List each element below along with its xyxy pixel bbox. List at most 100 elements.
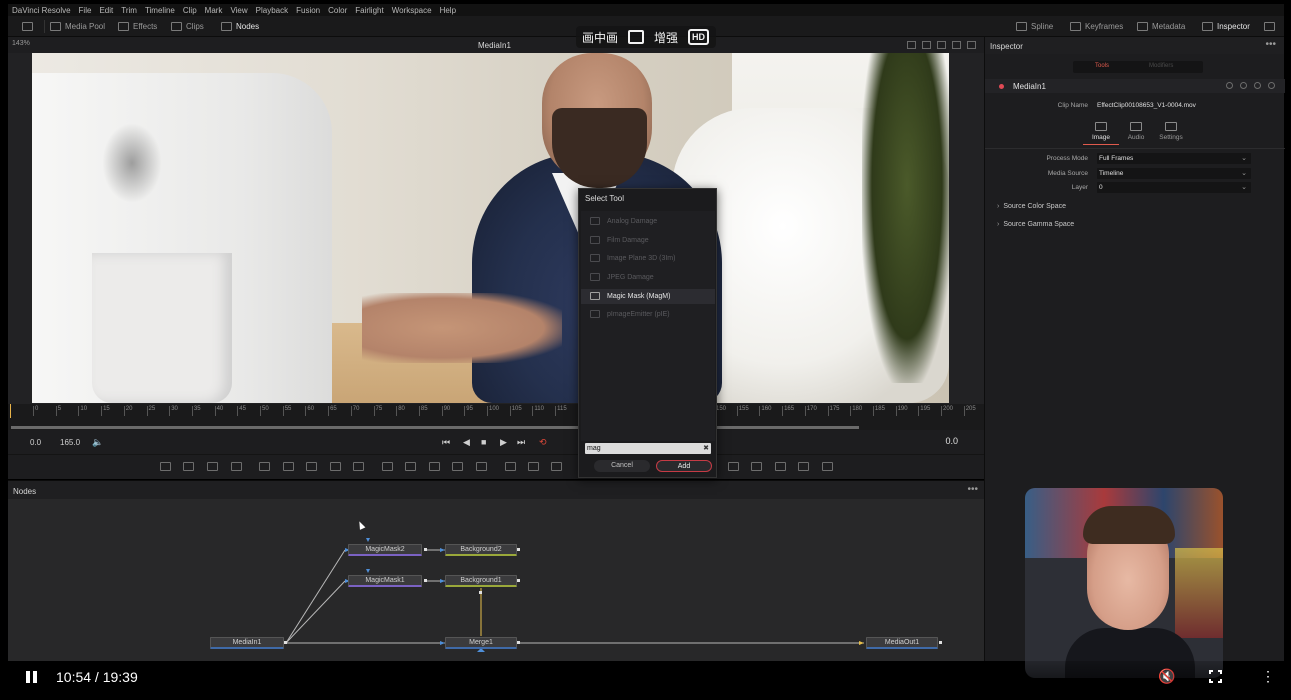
polygon-tool-icon[interactable] <box>259 462 270 471</box>
lut-icon[interactable] <box>952 41 961 49</box>
nodes-more-icon[interactable]: ••• <box>967 484 978 495</box>
fullscreen-icon[interactable] <box>1209 670 1222 683</box>
pause-icon[interactable] <box>26 671 38 683</box>
menu-help[interactable]: Help <box>440 6 456 15</box>
render-start[interactable]: 0.0 <box>30 438 41 447</box>
channel-booleans-icon[interactable] <box>405 462 416 471</box>
section-source-gamma-space[interactable]: › Source Gamma Space <box>997 221 1074 228</box>
menu-playback[interactable]: Playback <box>256 6 288 15</box>
particle-tool-icon[interactable] <box>822 462 833 471</box>
tool-item-pimage-emitter[interactable]: pImageEmitter (pIE) <box>581 307 715 322</box>
inspector-more-icon[interactable]: ••• <box>1265 39 1276 50</box>
muted-volume-icon[interactable]: 🔇 <box>1158 668 1175 685</box>
menu-app[interactable]: DaVinci Resolve <box>12 6 71 15</box>
menu-fairlight[interactable]: Fairlight <box>355 6 383 15</box>
enhance-button[interactable]: 增强 <box>654 29 678 46</box>
menu-fusion[interactable]: Fusion <box>296 6 320 15</box>
add-button[interactable]: Add <box>656 460 712 472</box>
loop-icon[interactable]: ⟲ <box>539 437 547 448</box>
process-mode-select[interactable]: Full Frames ⌄ <box>1097 153 1251 164</box>
pin-icon[interactable] <box>1254 82 1261 89</box>
tab-tools[interactable]: Tools <box>1095 63 1109 69</box>
menu-color[interactable]: Color <box>328 6 347 15</box>
paint-tool-icon[interactable] <box>183 462 194 471</box>
ellipse-mask-icon[interactable] <box>528 462 539 471</box>
menu-mark[interactable]: Mark <box>205 6 223 15</box>
nodes-button[interactable]: Nodes <box>221 20 259 33</box>
go-to-start-icon[interactable]: ⏮ <box>442 437 450 448</box>
layer-select[interactable]: 0 ⌄ <box>1097 182 1251 193</box>
hd-badge[interactable]: HD <box>688 29 710 45</box>
merge3d-tool-icon[interactable] <box>775 462 786 471</box>
polygon-mask-icon[interactable] <box>551 462 562 471</box>
node-editor[interactable]: MagicMask2 MagicMask1 Background2 Backgr… <box>8 499 984 661</box>
media-source-select[interactable]: Timeline ⌄ <box>1097 168 1251 179</box>
tool-item-magic-mask[interactable]: Magic Mask (MagM) <box>581 289 715 304</box>
tab-modifiers[interactable]: Modifiers <box>1149 63 1173 69</box>
text3d-tool-icon[interactable] <box>728 462 739 471</box>
lock-icon[interactable] <box>1240 82 1247 89</box>
toolbar-undo[interactable] <box>22 20 33 33</box>
picture-in-picture-button[interactable]: 画中画 <box>582 29 618 46</box>
menu-clip[interactable]: Clip <box>183 6 197 15</box>
audio-icon[interactable]: 🔈 <box>92 437 103 448</box>
current-time[interactable]: 0.0 <box>945 436 958 446</box>
color-corrector-icon[interactable] <box>330 462 341 471</box>
play-reverse-icon[interactable]: ◀ <box>463 437 470 448</box>
play-icon[interactable]: ▶ <box>500 437 507 448</box>
background-tool-icon[interactable] <box>160 462 171 471</box>
color-curves-icon[interactable] <box>353 462 364 471</box>
subtab-settings[interactable]: Settings <box>1151 122 1191 141</box>
reset-icon[interactable] <box>1268 82 1275 89</box>
menu-trim[interactable]: Trim <box>121 6 137 15</box>
version-icon[interactable] <box>1226 82 1233 89</box>
merge-tool-icon[interactable] <box>382 462 393 471</box>
viewer-zoom[interactable]: 143% <box>12 40 30 47</box>
resize-tool-icon[interactable] <box>476 462 487 471</box>
brush-tool-icon[interactable] <box>231 462 242 471</box>
scrub-bar[interactable] <box>8 418 984 430</box>
go-to-end-icon[interactable]: ⏭ <box>517 437 525 448</box>
roi-icon[interactable] <box>907 41 916 49</box>
text-tool-icon[interactable] <box>207 462 218 471</box>
tool-item-analog-damage[interactable]: Analog Damage <box>581 214 715 229</box>
menu-view[interactable]: View <box>230 6 247 15</box>
subtab-audio[interactable]: Audio <box>1116 122 1156 141</box>
section-source-color-space[interactable]: › Source Color Space <box>997 203 1066 210</box>
timeline-ruler[interactable]: 0 5 10 15 20 25 30 35 40 45 50 55 60 65 70 75 80 85 90 95 10… <box>8 404 1021 418</box>
clips-button[interactable]: Clips <box>171 20 204 33</box>
node-mediain1[interactable]: MediaIn1 <box>210 637 284 649</box>
menu-file[interactable]: File <box>79 6 92 15</box>
effects-button[interactable]: Effects <box>118 20 157 33</box>
menu-edit[interactable]: Edit <box>99 6 113 15</box>
keyframes-button[interactable]: Keyframes <box>1070 20 1123 33</box>
render-end[interactable]: 165.0 <box>60 438 80 447</box>
metadata-button[interactable]: Metadata <box>1137 20 1185 33</box>
transform-tool-icon[interactable] <box>452 462 463 471</box>
subtab-image[interactable]: Image <box>1081 122 1121 145</box>
node-background1[interactable]: Background1 <box>445 575 517 587</box>
node-magicmask2[interactable]: MagicMask2 <box>348 544 422 556</box>
tool-item-film-damage[interactable]: Film Damage <box>581 233 715 248</box>
fullscreen-toggle[interactable] <box>1264 20 1275 33</box>
media-pool-button[interactable]: Media Pool <box>50 20 105 33</box>
popout-icon[interactable] <box>628 30 645 44</box>
node-magicmask1[interactable]: MagicMask1 <box>348 575 422 587</box>
tool-item-jpeg-damage[interactable]: JPEG Damage <box>581 270 715 285</box>
more-options-icon[interactable]: ⋮ <box>1261 669 1275 683</box>
matte-control-icon[interactable] <box>429 462 440 471</box>
inspector-button[interactable]: Inspector <box>1202 20 1250 33</box>
menu-timeline[interactable]: Timeline <box>145 6 175 15</box>
tool-item-image-plane-3d[interactable]: Image Plane 3D (3Im) <box>581 251 715 266</box>
playhead[interactable] <box>10 404 11 418</box>
rectangle-mask-icon[interactable] <box>505 462 516 471</box>
bspline-tool-icon[interactable] <box>283 462 294 471</box>
stop-icon[interactable]: ■ <box>481 437 486 447</box>
menu-workspace[interactable]: Workspace <box>392 6 432 15</box>
node-background2[interactable]: Background2 <box>445 544 517 556</box>
spline-button[interactable]: Spline <box>1016 20 1053 33</box>
color-channel-icon[interactable] <box>922 41 931 49</box>
grid-icon[interactable] <box>937 41 946 49</box>
view-options-icon[interactable] <box>967 41 976 49</box>
node-color-dot[interactable] <box>999 84 1004 89</box>
